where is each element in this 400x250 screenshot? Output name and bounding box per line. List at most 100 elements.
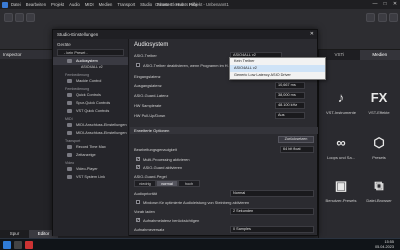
output-latency-label: Ausgangslatenz <box>134 83 162 88</box>
menu-projekt[interactable]: Projekt <box>51 2 64 7</box>
device-icon <box>67 123 72 127</box>
priority-label: Audiopriorität <box>134 191 157 196</box>
level-high[interactable]: hoch <box>178 180 200 187</box>
tile-label: Benutzer-Presets <box>325 198 357 203</box>
pullup-value: Aus <box>275 112 305 119</box>
device-label: MIDI-Anschluss-Einstellungen <box>76 123 127 127</box>
taskbar: 15:55 05.04.2023 <box>0 238 400 250</box>
level-low[interactable]: niedrig <box>134 180 156 187</box>
instrument-icon: ♪ <box>337 90 345 105</box>
precision-select[interactable]: 64 bit float <box>280 146 314 153</box>
lower-zone-icon[interactable] <box>26 13 35 22</box>
device-item[interactable]: Mackie Control <box>53 77 128 85</box>
device-item[interactable]: VST System Link <box>53 173 128 181</box>
tile-vst-instruments[interactable]: ♪ VST-Instrumente <box>323 90 359 115</box>
device-label: Record Time Max <box>76 145 106 149</box>
asio-guard-checkbox[interactable] <box>136 164 140 170</box>
dropdown-item-asio4all[interactable]: ASIO4ALL v2 <box>230 65 325 72</box>
tile-label: Presets <box>372 155 386 160</box>
device-item[interactable]: Quick Controls <box>53 91 128 99</box>
inspector-toggle-icon[interactable] <box>4 13 13 22</box>
window-title: Cubase Elements Projekt - Unbenannt1 <box>155 2 229 7</box>
dropdown-item-generic[interactable]: Generic Low Latency ASIO Driver <box>230 72 325 79</box>
device-icon <box>67 131 72 135</box>
mixer-icon[interactable] <box>378 13 387 22</box>
preload-select[interactable]: 2 Sekunden <box>230 208 314 215</box>
tab-spur[interactable]: Spur <box>0 230 29 238</box>
menu-midi[interactable]: MIDI <box>85 2 94 7</box>
device-item[interactable]: Audiosystem <box>53 57 128 65</box>
tile-presets[interactable]: ⬡ Presets <box>361 135 397 160</box>
reset-button[interactable]: Zurücksetzen <box>278 136 314 143</box>
right-zone-icon[interactable] <box>366 13 375 22</box>
inspector-panel: Inspector Spur Editor <box>0 50 58 238</box>
device-item[interactable]: Video-Player <box>53 165 128 173</box>
device-icon <box>67 153 72 157</box>
close-window-button[interactable]: ✕ <box>390 1 400 8</box>
menu-medien[interactable]: Medien <box>99 2 113 7</box>
device-item[interactable]: Spur-Quick Controls <box>53 99 128 107</box>
tab-medien[interactable]: Medien <box>359 50 400 60</box>
device-icon <box>67 101 72 105</box>
minimize-button[interactable]: — <box>370 1 380 8</box>
device-item[interactable]: MIDI-Anschluss-Einstellungen <box>53 121 128 129</box>
device-label: Zeitanzeige <box>76 153 96 157</box>
inspector-tabs: Spur Editor <box>0 230 58 238</box>
title-bar: Datei Bearbeiten Projekt Audio MIDI Medi… <box>0 0 400 9</box>
level-normal[interactable]: normal <box>156 180 178 187</box>
menu-studio[interactable]: Studio <box>140 2 152 7</box>
cubase-window: Datei Bearbeiten Projekt Audio MIDI Medi… <box>0 0 400 250</box>
device-icon <box>67 59 72 63</box>
device-list: Audiosystem ASIO4ALL v2 Fernbedienung Macki… <box>53 57 128 181</box>
device-label: VST System Link <box>76 175 106 179</box>
tile-loops-samples[interactable]: ∞ Loops und Sa... <box>323 135 359 160</box>
panel-heading: Audiosystem <box>134 42 169 48</box>
device-icon <box>67 93 72 97</box>
device-label: Audiosystem <box>76 59 98 63</box>
asio-disable-checkbox[interactable] <box>136 63 140 67</box>
dropdown-item-none[interactable]: Kein Treiber <box>230 58 325 65</box>
search-icon[interactable] <box>14 241 22 249</box>
advanced-options-header[interactable]: Erweiterte Optionen <box>130 127 318 134</box>
tile-user-presets[interactable]: ▣ Benutzer-Presets <box>323 178 359 203</box>
multi-processing-label: Multi-Processing aktivieren <box>143 157 190 162</box>
menu-bearbeiten[interactable]: Bearbeiten <box>26 2 46 7</box>
settings-icon[interactable] <box>389 13 398 22</box>
dialog-titlebar: Studio-Einstellungen ✕ <box>53 30 317 39</box>
inspector-title: Inspector <box>0 50 57 59</box>
priority-select[interactable]: Normal <box>230 190 314 197</box>
media-panel: VSTi Medien ♪ VST-Instrumente FX VST-Eff… <box>318 50 400 238</box>
file-browser-icon: ⧉ <box>374 178 384 193</box>
tile-label: VST-Instrumente <box>325 110 356 115</box>
device-item[interactable]: MIDI-Anschluss-Einstellungen <box>53 129 128 137</box>
devices-header: Geräte <box>57 42 71 47</box>
mixdown-opt-label: Mixdown für optimierte Audioleistung von… <box>143 200 250 205</box>
tile-file-browser[interactable]: ⧉ Datei-Browser <box>361 178 397 203</box>
cubase-taskbar-icon[interactable] <box>25 241 33 249</box>
menu-datei[interactable]: Datei <box>11 2 21 7</box>
multi-processing-checkbox[interactable] <box>136 156 140 162</box>
pullup-label: HW Pull-Up/Down <box>134 113 166 118</box>
record-latency-checkbox[interactable] <box>136 217 140 223</box>
device-item[interactable]: VST Quick Controls <box>53 107 128 115</box>
maximize-button[interactable]: □ <box>380 1 390 8</box>
tile-vst-effects[interactable]: FX VST-Effekte <box>361 90 397 115</box>
mixdown-opt-checkbox[interactable] <box>136 200 140 204</box>
device-label: Spur-Quick Controls <box>76 101 111 105</box>
menu-audio[interactable]: Audio <box>69 2 80 7</box>
tile-label: Datei-Browser <box>366 198 392 203</box>
device-icon <box>67 167 72 171</box>
left-zone-icon[interactable] <box>15 13 24 22</box>
system-clock[interactable]: 15:55 05.04.2023 <box>375 240 394 249</box>
input-latency-label: Eingangslatenz <box>134 74 161 79</box>
record-latency-label: Aufnahmelatenz berücksichtigen <box>143 218 200 223</box>
record-offset-field[interactable]: 0 Samples <box>230 226 314 233</box>
menu-transport[interactable]: Transport <box>117 2 135 7</box>
device-item[interactable]: Record Time Max <box>53 143 128 151</box>
dialog-close-icon[interactable]: ✕ <box>310 31 314 37</box>
device-icon <box>67 109 72 113</box>
start-icon[interactable] <box>3 241 11 249</box>
device-item[interactable]: Zeitanzeige <box>53 151 128 159</box>
preset-select[interactable]: - kein Preset - <box>57 49 124 56</box>
asio-driver-label: ASIO-Treiber <box>134 53 157 58</box>
